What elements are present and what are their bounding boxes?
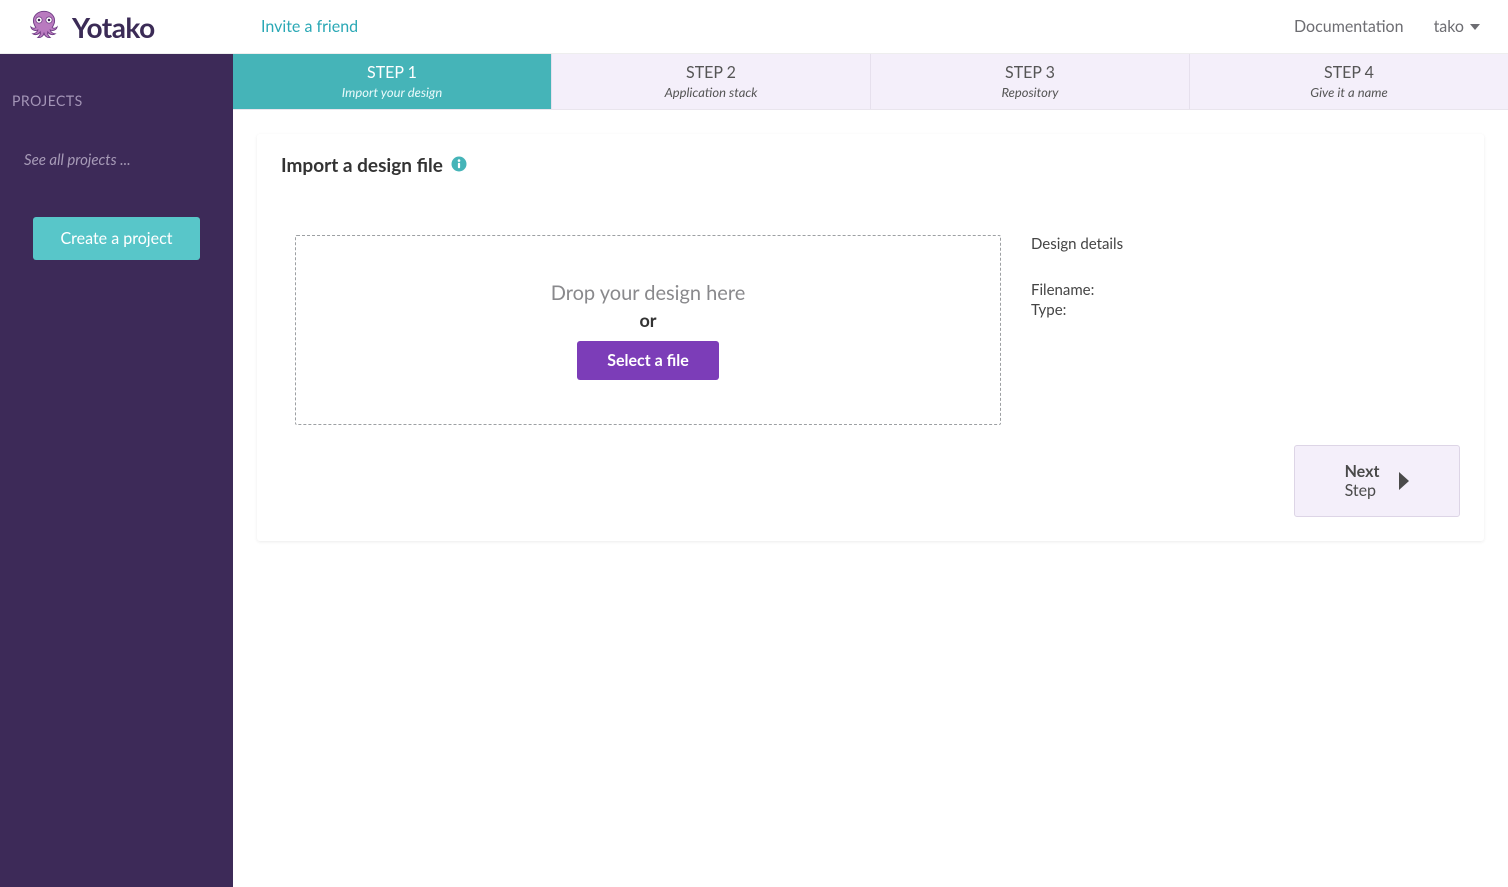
- card: Import a design file Drop your design he…: [257, 134, 1484, 541]
- design-details: Design details Filename: Type:: [1031, 235, 1446, 321]
- octopus-icon: [24, 7, 64, 47]
- filename-row: Filename:: [1031, 281, 1446, 299]
- step-4[interactable]: STEP 4 Give it a name: [1190, 54, 1508, 109]
- sidebar-heading: PROJECTS: [0, 54, 233, 109]
- user-menu[interactable]: tako: [1434, 17, 1480, 36]
- select-file-button[interactable]: Select a file: [577, 341, 719, 380]
- step-title: STEP 4: [1324, 63, 1374, 82]
- next-step-title: Next: [1345, 462, 1380, 481]
- filename-label: Filename:: [1031, 281, 1094, 299]
- brand-name: Yotako: [72, 10, 155, 44]
- file-dropzone[interactable]: Drop your design here or Select a file: [295, 235, 1001, 425]
- step-3[interactable]: STEP 3 Repository: [871, 54, 1190, 109]
- step-subtitle: Give it a name: [1310, 84, 1387, 100]
- logo-wrap: Yotako: [0, 0, 233, 54]
- caret-down-icon: [1470, 24, 1480, 30]
- details-heading: Design details: [1031, 235, 1446, 253]
- step-1[interactable]: STEP 1 Import your design: [233, 54, 552, 109]
- step-title: STEP 1: [367, 63, 417, 82]
- sidebar-see-all-projects[interactable]: See all projects ...: [0, 109, 233, 169]
- topbar: Invite a friend Documentation tako: [233, 0, 1508, 54]
- steps-row: STEP 1 Import your design STEP 2 Applica…: [233, 54, 1508, 110]
- next-step-button[interactable]: Next Step: [1294, 445, 1460, 517]
- documentation-link[interactable]: Documentation: [1294, 17, 1404, 36]
- type-label: Type:: [1031, 301, 1066, 319]
- or-text: or: [639, 309, 656, 331]
- content: Import a design file Drop your design he…: [233, 110, 1508, 887]
- upload-row: Drop your design here or Select a file D…: [281, 235, 1460, 425]
- card-header: Import a design file: [281, 154, 1460, 177]
- invite-friend-link[interactable]: Invite a friend: [261, 17, 358, 36]
- drop-text: Drop your design here: [551, 281, 746, 305]
- logo[interactable]: Yotako: [24, 7, 155, 47]
- next-step-labels: Next Step: [1345, 462, 1380, 500]
- sidebar: Yotako PROJECTS See all projects ... Cre…: [0, 0, 233, 887]
- main: Invite a friend Documentation tako STEP …: [233, 0, 1508, 887]
- step-subtitle: Application stack: [665, 84, 758, 100]
- type-row: Type:: [1031, 301, 1446, 319]
- create-project-button[interactable]: Create a project: [33, 217, 201, 260]
- chevron-right-icon: [1399, 472, 1409, 490]
- info-icon[interactable]: [451, 156, 467, 176]
- card-title: Import a design file: [281, 154, 443, 177]
- user-name: tako: [1434, 17, 1464, 36]
- next-step-subtitle: Step: [1345, 481, 1380, 500]
- step-title: STEP 3: [1005, 63, 1055, 82]
- next-step-wrap: Next Step: [281, 445, 1460, 517]
- step-subtitle: Repository: [1001, 84, 1058, 100]
- step-2[interactable]: STEP 2 Application stack: [552, 54, 871, 109]
- step-title: STEP 2: [686, 63, 736, 82]
- step-subtitle: Import your design: [342, 84, 442, 100]
